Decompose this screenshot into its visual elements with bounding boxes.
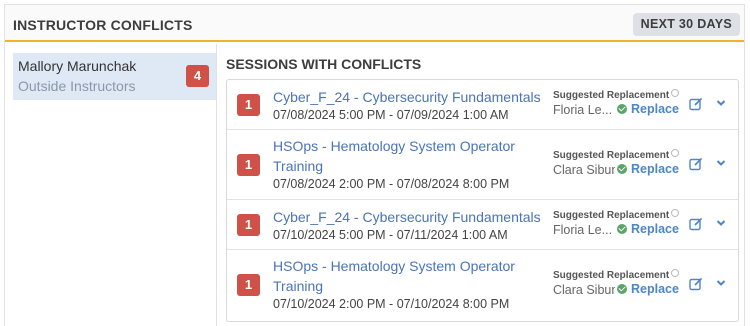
session-conflict-badge: 1 bbox=[237, 214, 260, 236]
suggested-replacement-label: Suggested Replacement bbox=[553, 89, 680, 101]
session-title-link[interactable]: Cyber_F_24 - Cybersecurity Fundamentals bbox=[273, 87, 548, 107]
replacement-name: Clara Sibun bbox=[553, 163, 615, 177]
session-row: 1 Cyber_F_24 - Cybersecurity Fundamental… bbox=[227, 80, 738, 130]
check-circle-icon bbox=[617, 284, 627, 294]
check-circle-icon bbox=[617, 164, 627, 174]
replacement-name: Floria Le... bbox=[553, 103, 613, 117]
session-title-link[interactable]: HSOps - Hematology System Operator Train… bbox=[273, 136, 548, 176]
info-icon bbox=[671, 209, 680, 217]
instructor-conflicts-panel: INSTRUCTOR CONFLICTS NEXT 30 DAYS Mallor… bbox=[4, 4, 745, 326]
sessions-title: SESSIONS WITH CONFLICTS bbox=[226, 56, 422, 72]
instructor-group: Outside Instructors bbox=[18, 78, 136, 94]
session-title-link[interactable]: Cyber_F_24 - Cybersecurity Fundamentals bbox=[273, 207, 548, 227]
check-circle-icon bbox=[617, 104, 627, 114]
date-range-badge[interactable]: NEXT 30 DAYS bbox=[632, 13, 740, 36]
edit-icon[interactable] bbox=[689, 217, 703, 231]
session-conflict-badge: 1 bbox=[237, 274, 260, 296]
conflict-count-badge: 4 bbox=[186, 65, 209, 87]
replacement-name: Clara Sibun bbox=[553, 283, 615, 297]
session-row: 1 HSOps - Hematology System Operator Tra… bbox=[227, 130, 738, 200]
replace-button[interactable]: Replace bbox=[617, 162, 679, 176]
session-row: 1 HSOps - Hematology System Operator Tra… bbox=[227, 250, 738, 322]
session-title-link[interactable]: HSOps - Hematology System Operator Train… bbox=[273, 256, 548, 296]
info-icon bbox=[671, 269, 680, 277]
session-time: 07/08/2024 2:00 PM - 07/08/2024 8:00 PM bbox=[273, 177, 510, 191]
chevron-down-icon[interactable] bbox=[716, 99, 726, 107]
replace-button[interactable]: Replace bbox=[617, 222, 679, 236]
session-row: 1 Cyber_F_24 - Cybersecurity Fundamental… bbox=[227, 200, 738, 250]
session-conflict-badge: 1 bbox=[237, 94, 260, 116]
panel-title: INSTRUCTOR CONFLICTS bbox=[13, 17, 193, 33]
info-icon bbox=[671, 89, 680, 97]
chevron-down-icon[interactable] bbox=[716, 219, 726, 227]
suggested-replacement-label: Suggested Replacement bbox=[553, 149, 680, 161]
replace-button[interactable]: Replace bbox=[617, 102, 679, 116]
instructor-item[interactable]: Mallory Marunchak Outside Instructors 4 bbox=[13, 53, 216, 100]
edit-icon[interactable] bbox=[689, 277, 703, 291]
check-circle-icon bbox=[617, 224, 627, 234]
replace-button[interactable]: Replace bbox=[617, 282, 679, 296]
edit-icon[interactable] bbox=[689, 157, 703, 171]
edit-icon[interactable] bbox=[689, 97, 703, 111]
session-time: 07/08/2024 5:00 PM - 07/09/2024 1:00 AM bbox=[273, 108, 509, 122]
conflict-list: 1 Cyber_F_24 - Cybersecurity Fundamental… bbox=[226, 79, 739, 322]
suggested-replacement-label: Suggested Replacement bbox=[553, 209, 680, 221]
instructor-name: Mallory Marunchak bbox=[18, 58, 137, 74]
chevron-down-icon[interactable] bbox=[716, 159, 726, 167]
session-time: 07/10/2024 2:00 PM - 07/10/2024 8:00 PM bbox=[273, 297, 510, 311]
instructor-sidebar: Mallory Marunchak Outside Instructors 4 bbox=[5, 44, 217, 326]
replacement-name: Floria Le... bbox=[553, 223, 613, 237]
info-icon bbox=[671, 149, 680, 157]
suggested-replacement-label: Suggested Replacement bbox=[553, 269, 680, 281]
session-time: 07/10/2024 5:00 PM - 07/11/2024 1:00 AM bbox=[273, 228, 508, 242]
chevron-down-icon[interactable] bbox=[716, 279, 726, 287]
session-conflict-badge: 1 bbox=[237, 154, 260, 176]
panel-header: INSTRUCTOR CONFLICTS NEXT 30 DAYS bbox=[5, 5, 744, 42]
sessions-panel: SESSIONS WITH CONFLICTS 1 Cyber_F_24 - C… bbox=[226, 44, 744, 326]
